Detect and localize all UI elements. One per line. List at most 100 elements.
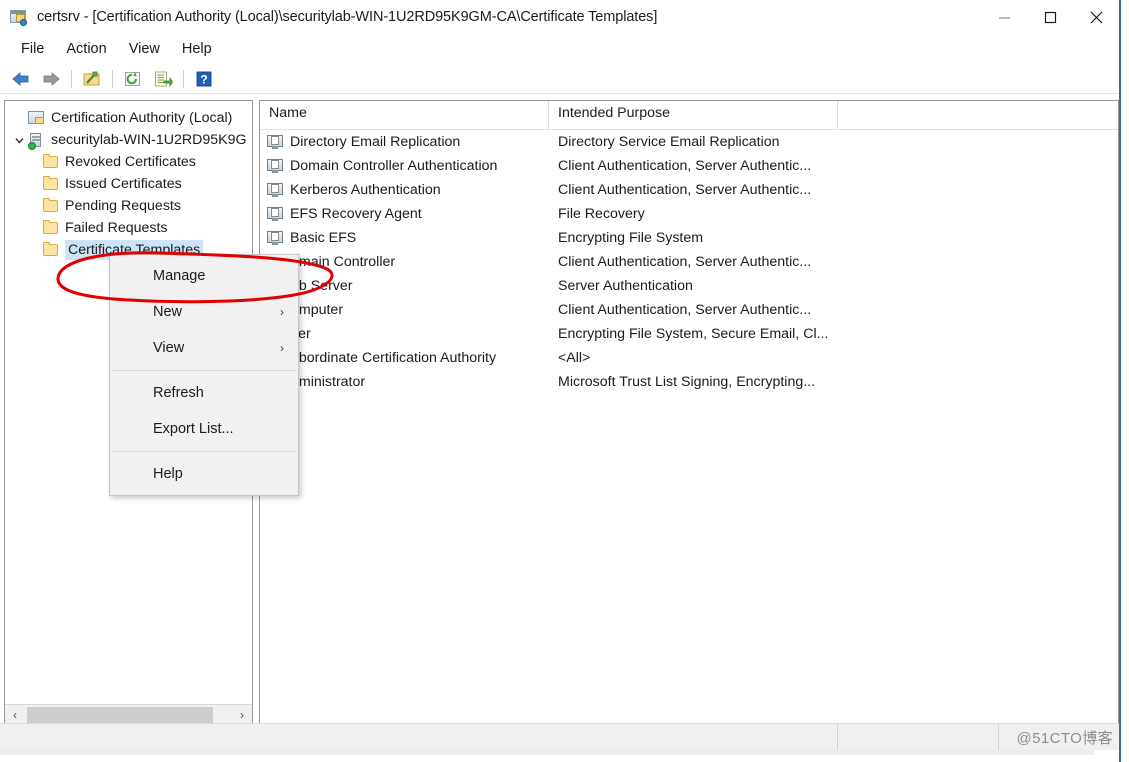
- menu-file[interactable]: File: [10, 39, 55, 59]
- maximize-button[interactable]: [1027, 0, 1073, 34]
- table-row[interactable]: Basic EFS Encrypting File System: [260, 226, 1118, 250]
- table-row[interactable]: omputer Client Authentication, Server Au…: [260, 298, 1118, 322]
- menu-action[interactable]: Action: [55, 39, 117, 59]
- row-name-text: ubordinate Certification Authority: [291, 350, 497, 366]
- chevron-right-icon: ›: [280, 305, 284, 319]
- row-name-text: Directory Email Replication: [290, 134, 461, 150]
- back-icon[interactable]: [6, 66, 36, 92]
- context-menu-item-label: View: [153, 340, 185, 356]
- table-row[interactable]: ubordinate Certification Authority <All>: [260, 346, 1118, 370]
- context-menu-separator-2: [112, 451, 296, 452]
- status-bar-cell-secondary: [838, 724, 999, 750]
- chevron-down-icon[interactable]: [11, 132, 27, 148]
- row-name-text: omain Controller: [291, 254, 396, 270]
- cell-intended-purpose: Client Authentication, Server Authentic.…: [558, 302, 812, 318]
- scroll-left-arrow-icon[interactable]: ‹: [5, 705, 25, 725]
- certsrv-window: certsrv - [Certification Authority (Loca…: [0, 0, 1129, 762]
- table-row[interactable]: omain Controller Client Authentication, …: [260, 250, 1118, 274]
- context-menu-refresh[interactable]: Refresh: [110, 375, 298, 411]
- context-menu-manage[interactable]: Manage: [110, 258, 298, 294]
- scroll-right-arrow-icon[interactable]: ›: [232, 705, 252, 725]
- root-expander-placeholder: [11, 110, 27, 126]
- cell-name: Domain Controller Authentication: [260, 158, 549, 174]
- menu-bar: File Action View Help: [0, 34, 1119, 64]
- toolbar-separator-1: [71, 69, 72, 88]
- tree-item-label: Issued Certificates: [65, 176, 182, 192]
- tree-item-failed-requests[interactable]: Failed Requests: [9, 217, 252, 239]
- watermark-text: @51CTO博客: [1016, 729, 1113, 747]
- menu-help[interactable]: Help: [171, 39, 223, 59]
- tree-item-ca-server[interactable]: securitylab-WIN-1U2RD95K9G: [9, 129, 252, 151]
- toolbar-separator-3: [183, 69, 184, 88]
- context-menu-view[interactable]: View ›: [110, 330, 298, 366]
- cell-name: omputer: [260, 302, 549, 318]
- table-row[interactable]: eb Server Server Authentication: [260, 274, 1118, 298]
- context-menu-help[interactable]: Help: [110, 456, 298, 492]
- chevron-right-icon: ›: [280, 341, 284, 355]
- context-menu-separator-1: [112, 370, 296, 371]
- window-title: certsrv - [Certification Authority (Loca…: [37, 9, 658, 25]
- list-view-body: Directory Email Replication Directory Se…: [260, 130, 1118, 394]
- certificate-template-icon: [267, 230, 283, 246]
- menu-view[interactable]: View: [118, 39, 171, 59]
- scrollbar-thumb[interactable]: [27, 706, 213, 723]
- status-bar-cell-main: [0, 724, 838, 750]
- bottom-strip: [0, 750, 1129, 762]
- context-menu-export-list[interactable]: Export List...: [110, 411, 298, 447]
- close-button[interactable]: [1073, 0, 1119, 34]
- status-bar: @51CTO博客: [0, 723, 1119, 750]
- tree-item-label: Certification Authority (Local): [51, 110, 233, 126]
- certification-authority-icon: [9, 7, 29, 27]
- cell-name: ser: [260, 326, 549, 342]
- tree-item-pending-requests[interactable]: Pending Requests: [9, 195, 252, 217]
- table-row[interactable]: dministrator Microsoft Trust List Signin…: [260, 370, 1118, 394]
- tree-item-label: Pending Requests: [65, 198, 181, 214]
- window-controls: [981, 0, 1119, 34]
- cell-name: omain Controller: [260, 254, 549, 270]
- tree-item-issued-certificates[interactable]: Issued Certificates: [9, 173, 252, 195]
- folder-icon: [41, 153, 61, 171]
- row-name-text: eb Server: [291, 278, 353, 294]
- folder-icon: [41, 219, 61, 237]
- tree-item-label: securitylab-WIN-1U2RD95K9G: [51, 132, 247, 148]
- row-name-text: EFS Recovery Agent: [290, 206, 422, 222]
- refresh-icon[interactable]: [118, 66, 148, 92]
- cell-intended-purpose: Encrypting File System, Secure Email, Cl…: [558, 326, 829, 342]
- cell-intended-purpose: Encrypting File System: [558, 230, 704, 246]
- cell-name: eb Server: [260, 278, 549, 294]
- cell-intended-purpose: Client Authentication, Server Authentic.…: [558, 254, 812, 270]
- help-icon[interactable]: ?: [189, 66, 219, 92]
- export-list-icon[interactable]: [148, 66, 178, 92]
- table-row[interactable]: Directory Email Replication Directory Se…: [260, 130, 1118, 154]
- cell-name: Kerberos Authentication: [260, 182, 549, 198]
- forward-icon[interactable]: [36, 66, 66, 92]
- cell-intended-purpose: Microsoft Trust List Signing, Encrypting…: [558, 374, 816, 390]
- cell-intended-purpose: <All>: [558, 350, 591, 366]
- tree-horizontal-scrollbar[interactable]: ‹ ›: [5, 704, 252, 725]
- cell-name: Directory Email Replication: [260, 134, 549, 150]
- table-row[interactable]: ser Encrypting File System, Secure Email…: [260, 322, 1118, 346]
- svg-text:?: ?: [200, 72, 207, 86]
- table-row[interactable]: Domain Controller Authentication Client …: [260, 154, 1118, 178]
- context-menu-item-label: Manage: [153, 268, 206, 284]
- context-menu-new[interactable]: New ›: [110, 294, 298, 330]
- column-header-name[interactable]: Name: [260, 101, 549, 129]
- cell-name: dministrator: [260, 374, 549, 390]
- row-name-text: Kerberos Authentication: [290, 182, 441, 198]
- tree-item-revoked-certificates[interactable]: Revoked Certificates: [9, 151, 252, 173]
- window-right-frame: [1119, 0, 1129, 762]
- table-row[interactable]: Kerberos Authentication Client Authentic…: [260, 178, 1118, 202]
- ca-server-icon: [27, 131, 47, 150]
- table-row[interactable]: EFS Recovery Agent File Recovery: [260, 202, 1118, 226]
- context-menu-item-label: Help: [153, 466, 183, 482]
- certificate-template-icon: [267, 158, 283, 174]
- toolbar-separator-2: [112, 69, 113, 88]
- row-name-text: Domain Controller Authentication: [290, 158, 498, 174]
- show-hide-console-tree-icon[interactable]: [77, 66, 107, 92]
- title-bar: certsrv - [Certification Authority (Loca…: [0, 0, 1119, 34]
- minimize-button[interactable]: [981, 0, 1027, 34]
- context-menu-item-label: Export List...: [153, 421, 234, 437]
- column-header-filler[interactable]: [838, 101, 1118, 129]
- column-header-intended-purpose[interactable]: Intended Purpose: [549, 101, 838, 129]
- tree-item-certification-authority-root[interactable]: Certification Authority (Local): [9, 107, 252, 129]
